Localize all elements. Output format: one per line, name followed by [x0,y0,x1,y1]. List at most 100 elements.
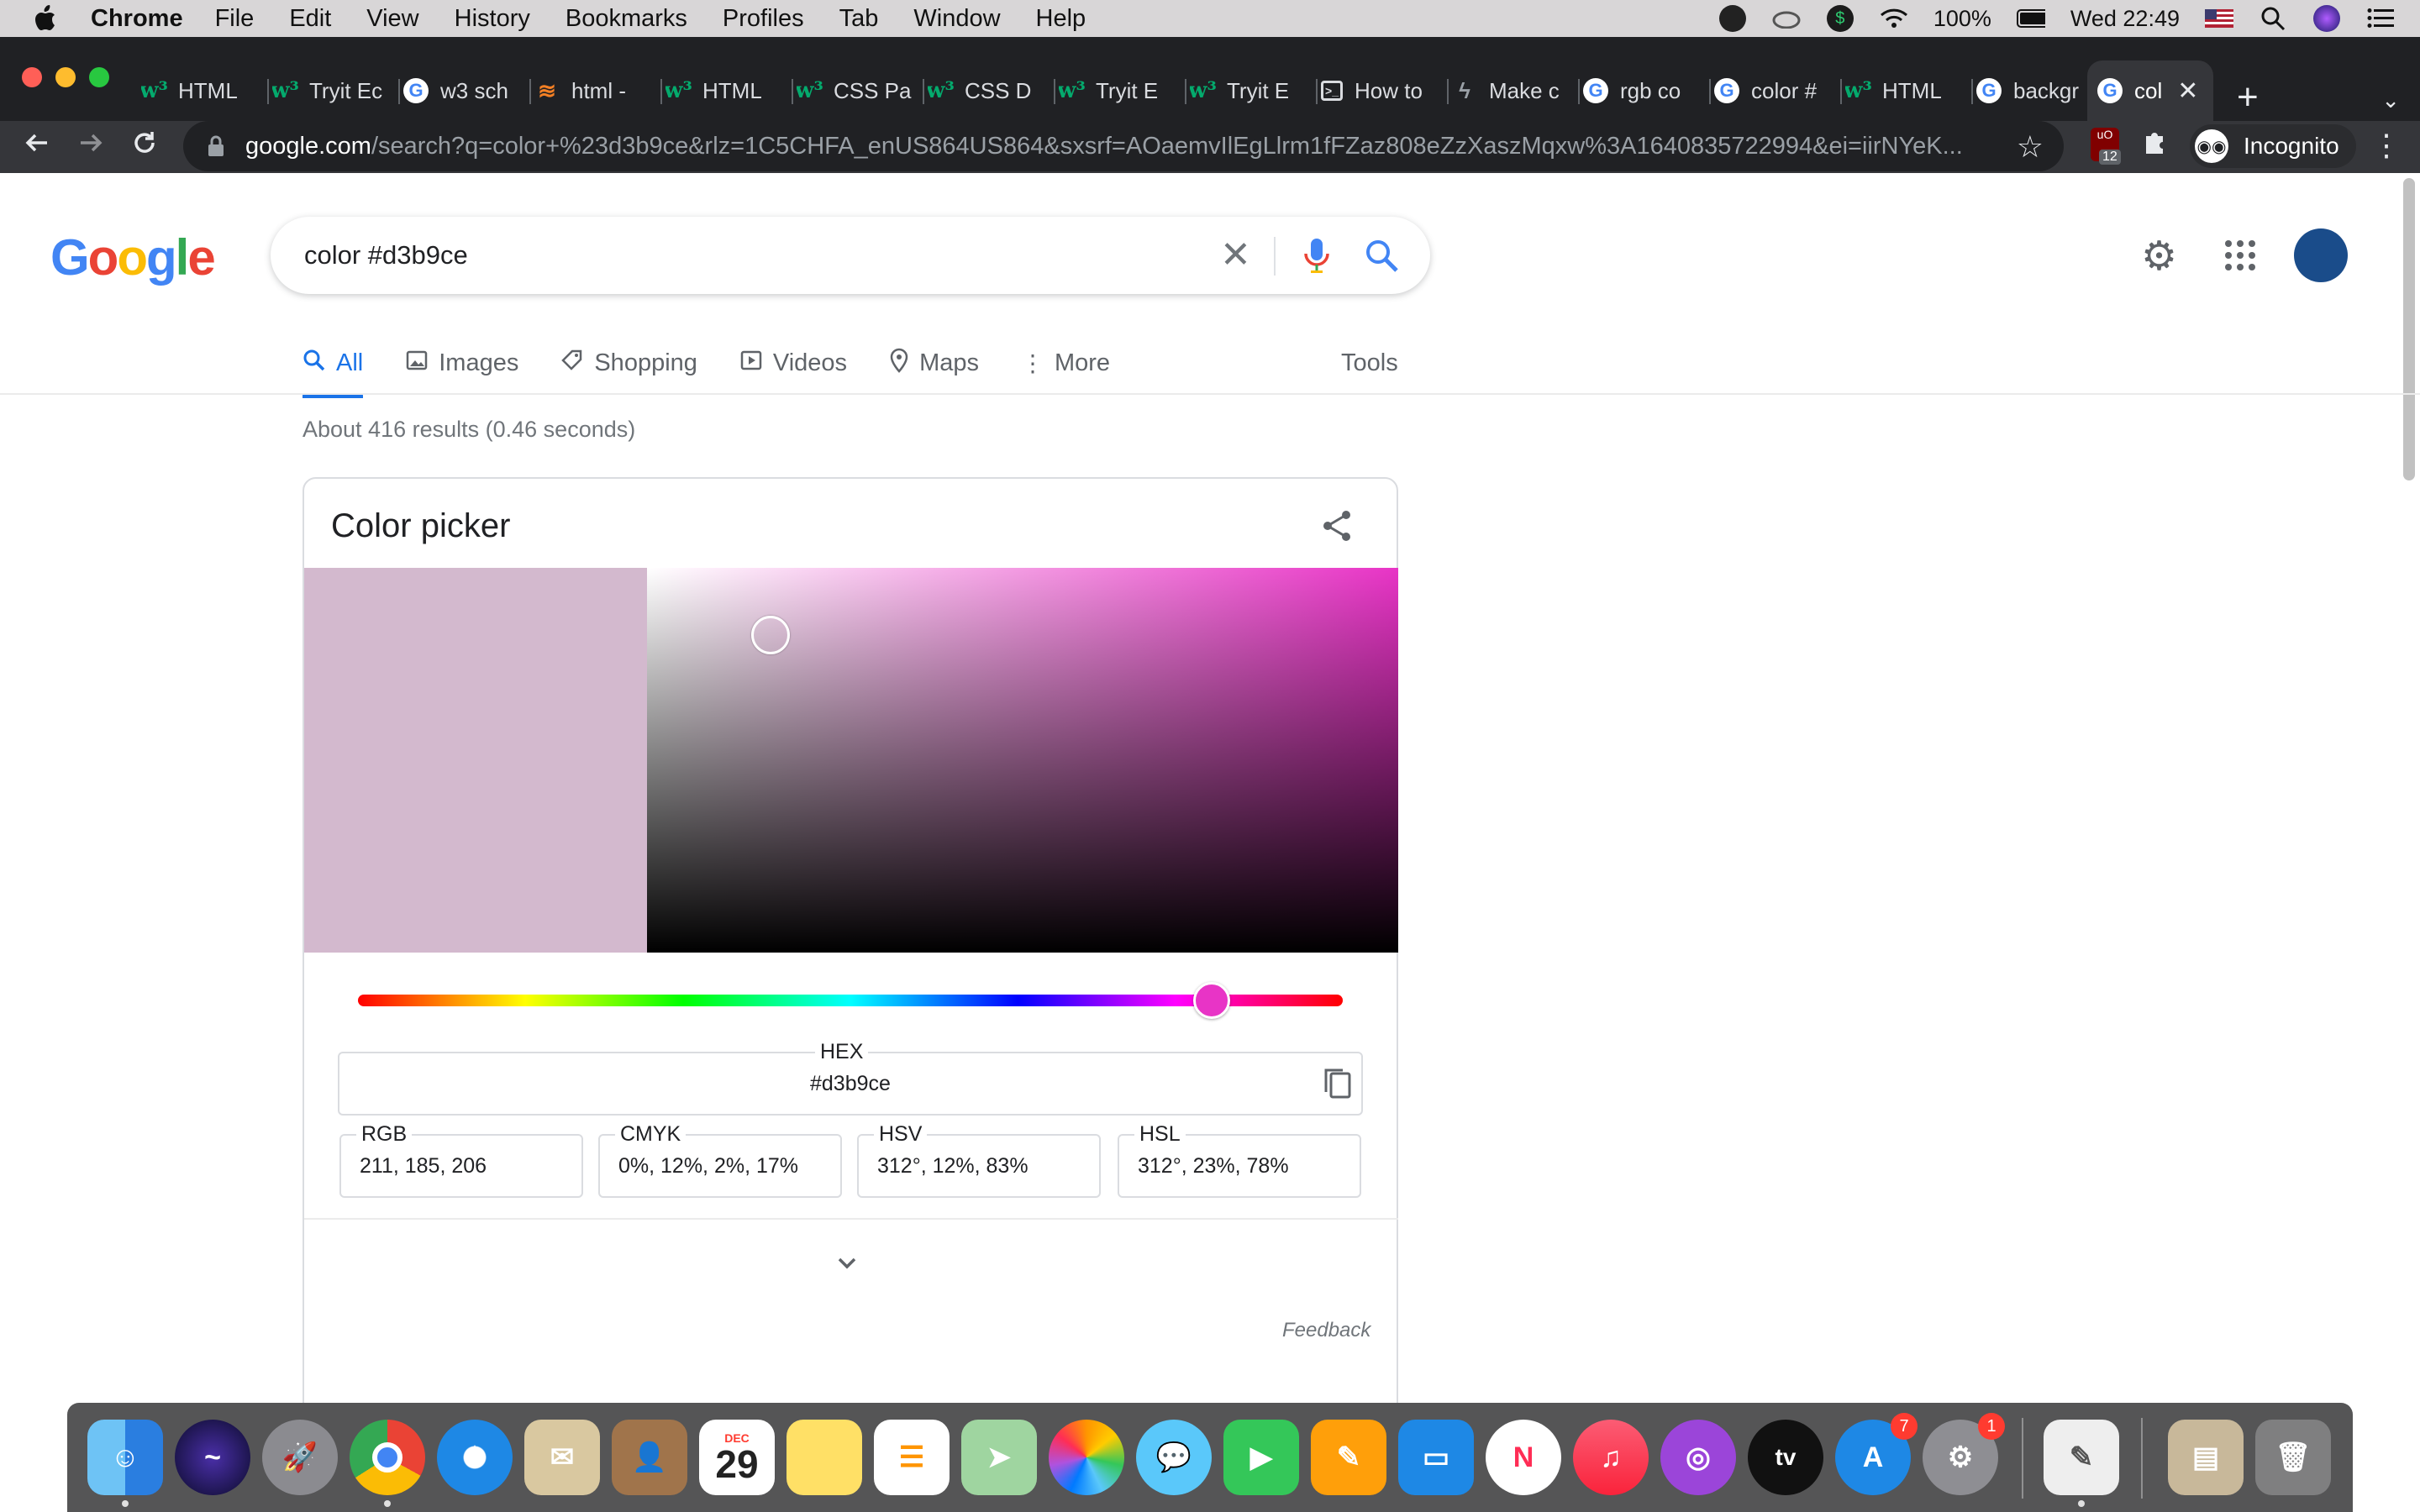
pages-dock-icon[interactable]: ✎ [1311,1420,1386,1495]
tab-all[interactable]: All [302,338,364,398]
settings-gear-icon[interactable]: ⚙ [2141,237,2177,277]
account-avatar[interactable] [2294,228,2348,282]
maps-dock-icon[interactable]: ➤ [961,1420,1037,1495]
window-close-button[interactable] [22,67,42,87]
menu-edit[interactable]: Edit [289,5,331,33]
dollar-app-icon[interactable]: $ [1826,4,1854,33]
tab-shopping[interactable]: Shopping [560,338,697,388]
safari-dock-icon[interactable]: ✧ [437,1420,513,1495]
page-scrollbar[interactable] [2403,178,2415,480]
menu-view[interactable]: View [366,5,418,33]
menubar-clock[interactable]: Wed 22:49 [2070,6,2180,32]
tab-maps[interactable]: Maps [889,338,979,388]
google-doodle-logo[interactable]: Google [50,228,216,286]
facetime-dock-icon[interactable]: ▶ [1223,1420,1299,1495]
search-box[interactable]: ✕ [271,217,1430,294]
search-input[interactable] [304,240,1144,270]
hue-slider-thumb[interactable] [1193,982,1230,1019]
menu-tab[interactable]: Tab [839,5,879,33]
browser-tab[interactable]: w³ HTML [141,60,269,121]
contacts-dock-icon[interactable]: 👤 [612,1420,687,1495]
hsl-field[interactable]: HSL 312°, 23%, 78% [1118,1122,1361,1198]
accessibility-status-icon[interactable] [1718,4,1747,33]
hsl-value[interactable]: 312°, 23%, 78% [1138,1154,1289,1179]
menu-history[interactable]: History [455,5,530,33]
browser-tab[interactable]: Gcolor # [1714,60,1842,121]
spotlight-search-icon[interactable] [2259,4,2287,33]
menu-help[interactable]: Help [1036,5,1086,33]
new-tab-button[interactable]: + [2237,79,2259,116]
keynote-dock-icon[interactable]: ▭ [1398,1420,1474,1495]
browser-tab[interactable]: w³ Tryit E [1190,60,1318,121]
rgb-field[interactable]: RGB 211, 185, 206 [339,1122,583,1198]
apple-tv-dock-icon[interactable]: tv [1748,1420,1823,1495]
search-submit-icon[interactable] [1363,237,1400,278]
apple-menu-icon[interactable] [32,4,64,33]
input-source-flag-icon[interactable] [2205,4,2233,33]
hue-slider-track[interactable] [358,982,1343,1019]
archive-stack-dock-icon[interactable]: ▤ [2168,1420,2244,1495]
back-button[interactable] [18,128,55,165]
browser-tab[interactable]: Grgb co [1583,60,1711,121]
menu-app-name[interactable]: Chrome [91,5,183,33]
saturation-handle[interactable] [751,616,790,654]
address-bar[interactable]: google.com /search?q=color+%23d3b9ce&rlz… [183,121,2064,171]
browser-tab[interactable]: ≋ html - [534,60,662,121]
clear-search-icon[interactable]: ✕ [1220,235,1251,276]
lock-icon[interactable] [207,135,225,157]
browser-tab[interactable]: w³ Tryit E [1059,60,1186,121]
browser-tab-active[interactable]: Gcol ✕ [2087,60,2213,121]
notification-center-icon[interactable] [2366,4,2395,33]
siri-dock-icon[interactable]: ~ [175,1420,250,1495]
menu-file[interactable]: File [215,5,255,33]
photos-dock-icon[interactable] [1049,1420,1124,1495]
reminders-dock-icon[interactable]: ☰ [874,1420,950,1495]
extensions-puzzle-icon[interactable] [2141,128,2170,164]
cmyk-value[interactable]: 0%, 12%, 2%, 17% [618,1154,798,1179]
voice-search-mic-icon[interactable] [1302,237,1331,280]
browser-tab[interactable]: w³ CSS Pa [797,60,924,121]
window-minimize-button[interactable] [55,67,76,87]
textedit-dock-icon[interactable]: ✎ [2044,1420,2119,1495]
siri-icon[interactable] [2312,4,2341,33]
cmyk-field[interactable]: CMYK 0%, 12%, 2%, 17% [598,1122,842,1198]
chrome-dock-icon[interactable] [350,1420,425,1495]
podcasts-dock-icon[interactable]: ◎ [1660,1420,1736,1495]
news-dock-icon[interactable]: N [1486,1420,1561,1495]
reload-button[interactable] [126,128,163,165]
rgb-value[interactable]: 211, 185, 206 [360,1154,487,1179]
incognito-profile-button[interactable]: ◉◉ Incognito [2190,124,2356,168]
browser-tab[interactable]: w³ Tryit Ec [272,60,400,121]
share-icon[interactable] [1319,507,1356,549]
browser-tab[interactable]: ϟ Make c [1452,60,1580,121]
notes-dock-icon[interactable] [786,1420,862,1495]
hex-value[interactable]: #d3b9ce [810,1072,891,1096]
window-zoom-button[interactable] [89,67,109,87]
battery-icon[interactable] [2016,4,2045,33]
app-store-dock-icon[interactable]: A7 [1835,1413,1918,1495]
finder-dock-icon[interactable]: ☺ [87,1420,163,1495]
wifi-icon[interactable] [1880,4,1908,33]
system-preferences-dock-icon[interactable]: ⚙ 1 [1923,1413,2005,1495]
feedback-link[interactable]: Feedback [1282,1319,1370,1342]
bookmark-star-icon[interactable]: ☆ [2017,129,2044,165]
browser-tab[interactable]: Gbackgr [1976,60,2086,121]
tab-search-chevron-icon[interactable]: ⌄ [2381,87,2400,113]
hsv-value[interactable]: 312°, 12%, 83% [877,1154,1028,1179]
browser-tab[interactable]: w³ CSS D [928,60,1055,121]
hsv-field[interactable]: HSV 312°, 12%, 83% [857,1122,1101,1198]
chrome-menu-kebab-icon[interactable]: ⋮ [2371,128,2402,163]
tab-videos[interactable]: Videos [739,338,847,388]
saturation-value-panel[interactable] [647,568,1398,953]
menu-profiles[interactable]: Profiles [723,5,804,33]
hex-field[interactable]: HEX #d3b9ce [338,1040,1363,1116]
tab-images[interactable]: Images [405,338,518,388]
google-apps-grid-icon[interactable] [2225,240,2255,270]
menu-bookmarks[interactable]: Bookmarks [566,5,687,33]
browser-tab[interactable]: >_ How to [1321,60,1449,121]
messages-dock-icon[interactable]: 💬 [1136,1420,1212,1495]
tools-button[interactable]: Tools [1341,338,1398,388]
copy-icon[interactable] [1323,1067,1353,1105]
trash-dock-icon[interactable]: 🗑 [2255,1420,2331,1495]
browser-tab[interactable]: w³ HTML [666,60,793,121]
